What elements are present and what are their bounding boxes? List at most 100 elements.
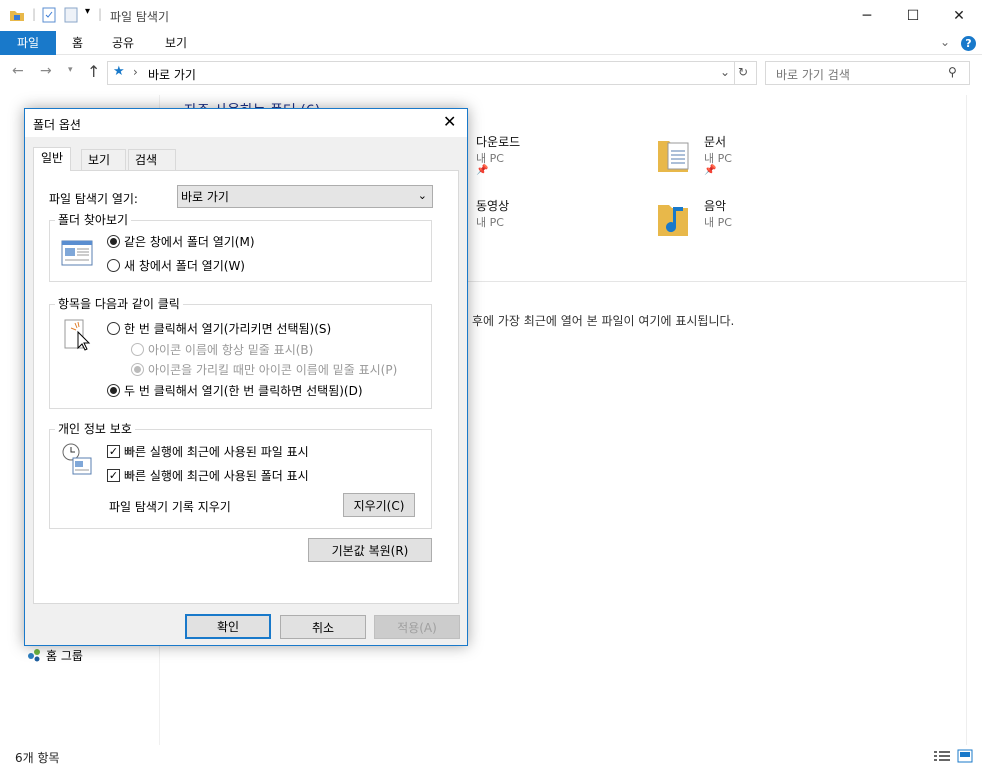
open-explorer-label: 파일 탐색기 열기: [49,192,138,206]
cancel-button[interactable]: 취소 [280,615,366,639]
forward-arrow-icon[interactable]: → [40,63,52,79]
dialog-title: 폴더 옵션 [33,118,81,132]
option-label: 새 창에서 폴더 열기(W) [124,259,245,273]
chevron-down-icon: ⌄ [417,189,427,202]
radio-button[interactable] [107,235,120,248]
option-label: 아이콘을 가리킬 때만 아이콘 이름에 밑줄 표시(P) [148,363,398,377]
browse-window-icon [61,240,93,266]
properties-icon[interactable] [42,7,56,23]
privacy-clock-icon [62,443,92,475]
large-icons-view-icon[interactable] [957,749,973,763]
open-explorer-select[interactable]: 바로 가기 ⌄ [177,185,433,208]
minimize-button[interactable]: ─ [844,0,890,31]
option-show-frequent-folders[interactable]: ✓ 빠른 실행에 최근에 사용된 폴더 표시 [107,467,309,484]
back-arrow-icon[interactable]: ← [12,63,24,79]
privacy-label: 개인 정보 보호 [55,420,135,437]
toolbar-separator: | [98,7,103,21]
recent-files-empty-message: 후에 가장 최근에 열어 본 파일이 여기에 표시됩니다. [472,314,735,328]
ribbon-tabs: 파일 홈 공유 보기 ⌄ ? [0,31,982,55]
option-label: 두 번 클릭해서 열기(한 번 클릭하면 선택됨)(D) [124,384,363,398]
pin-icon: 📌 [476,165,489,176]
item-count: 6개 항목 [15,751,60,765]
tab-view[interactable]: 보기 [81,149,126,170]
search-icon[interactable]: ⚲ [948,65,957,79]
tab-view[interactable]: 보기 [151,31,201,55]
folder-name: 다운로드 [476,135,521,149]
search-input[interactable]: 바로 가기 검색 [776,66,850,83]
radio-button[interactable] [131,343,144,356]
dialog-close-icon[interactable]: ✕ [443,112,456,131]
new-folder-icon[interactable] [64,7,78,23]
expand-ribbon-icon[interactable]: ⌄ [940,35,950,49]
tab-general[interactable]: 일반 [33,147,71,171]
folder-tile-downloads[interactable]: 다운로드 내 PC 📌 [460,133,630,183]
search-box[interactable]: 바로 가기 검색 ⚲ [765,61,970,85]
folder-location: 내 PC [704,152,732,165]
option-new-window[interactable]: 새 창에서 폴더 열기(W) [107,257,245,274]
checkbox[interactable]: ✓ [107,445,120,458]
address-location[interactable]: 바로 가기 [148,66,196,83]
navigation-bar: ← → ▾ ↑ ★ › 바로 가기 ⌄ ↻ 바로 가기 검색 ⚲ [0,56,982,90]
apply-button[interactable]: 적용(A) [374,615,460,639]
folder-tile-documents[interactable]: 문서 내 PC 📌 [656,133,826,183]
checkbox[interactable]: ✓ [107,469,120,482]
help-icon[interactable]: ? [961,36,976,51]
tab-share[interactable]: 공유 [98,31,148,55]
chevron-down-icon[interactable]: ▾ [85,6,90,17]
homegroup-icon [28,649,40,662]
breadcrumb-separator-icon[interactable]: › [133,65,138,79]
restore-defaults-button[interactable]: 기본값 복원(R) [308,538,432,562]
folder-icon [10,11,24,21]
general-tab-panel: 파일 탐색기 열기: 바로 가기 ⌄ 폴더 찾아보기 같은 창에서 폴더 열기(… [33,170,459,604]
option-double-click[interactable]: 두 번 클릭해서 열기(한 번 클릭하면 선택됨)(D) [107,382,363,399]
clear-history-button[interactable]: 지우기(C) [343,493,415,517]
nav-item-homegroup[interactable]: 홈 그룹 [46,647,83,664]
option-label: 빠른 실행에 최근에 사용된 폴더 표시 [124,469,309,483]
maximize-button[interactable]: ☐ [890,0,936,31]
radio-button[interactable] [107,384,120,397]
up-arrow-icon[interactable]: ↑ [87,62,100,81]
address-divider [734,62,735,84]
pin-icon: 📌 [704,165,717,176]
option-underline-hover[interactable]: 아이콘을 가리킬 때만 아이콘 이름에 밑줄 표시(P) [131,361,397,378]
folder-location: 내 PC [704,216,732,229]
clear-history-label: 파일 탐색기 기록 지우기 [109,500,231,514]
ok-button[interactable]: 확인 [185,614,271,639]
radio-button[interactable] [107,322,120,335]
address-bar[interactable]: ★ › 바로 가기 ⌄ ↻ [107,61,757,85]
music-folder-icon [658,205,688,236]
close-button[interactable]: ✕ [936,0,982,31]
option-label: 아이콘 이름에 항상 밑줄 표시(B) [148,343,314,357]
option-label: 같은 창에서 폴더 열기(M) [124,235,255,249]
toolbar-separator: | [32,7,37,21]
folder-location: 내 PC [476,216,504,229]
details-view-icon[interactable] [934,750,950,763]
option-single-click[interactable]: 한 번 클릭해서 열기(가리키면 선택됨)(S) [107,320,331,337]
tab-search[interactable]: 검색 [128,149,176,170]
click-pointer-icon [64,319,91,351]
option-show-recent-files[interactable]: ✓ 빠른 실행에 최근에 사용된 파일 표시 [107,443,309,460]
click-items-label: 항목을 다음과 같이 클릭 [55,295,183,312]
radio-button[interactable] [131,363,144,376]
title-bar: | ▾ | 파일 탐색기 ─ ☐ ✕ [0,0,982,31]
folder-tile-music[interactable]: 음악 내 PC [656,197,826,247]
open-explorer-value: 바로 가기 [181,190,229,204]
tab-home[interactable]: 홈 [58,31,97,55]
window-title: 파일 탐색기 [110,10,170,24]
scrollbar[interactable] [966,95,982,745]
documents-folder-icon [658,141,689,172]
browse-folders-label: 폴더 찾아보기 [55,211,132,228]
quick-access-star-icon: ★ [113,64,125,79]
option-label: 빠른 실행에 최근에 사용된 파일 표시 [124,445,309,459]
recent-locations-icon[interactable]: ▾ [68,65,73,75]
tab-file[interactable]: 파일 [0,31,56,55]
folder-location: 내 PC [476,152,504,165]
radio-button[interactable] [107,259,120,272]
refresh-icon[interactable]: ↻ [738,65,748,79]
option-label: 한 번 클릭해서 열기(가리키면 선택됨)(S) [124,322,332,336]
folder-tile-videos[interactable]: 동영상 내 PC [460,197,630,247]
section-divider [460,281,974,282]
address-dropdown-icon[interactable]: ⌄ [720,65,730,79]
option-underline-always[interactable]: 아이콘 이름에 항상 밑줄 표시(B) [131,341,313,358]
option-same-window[interactable]: 같은 창에서 폴더 열기(M) [107,233,255,250]
